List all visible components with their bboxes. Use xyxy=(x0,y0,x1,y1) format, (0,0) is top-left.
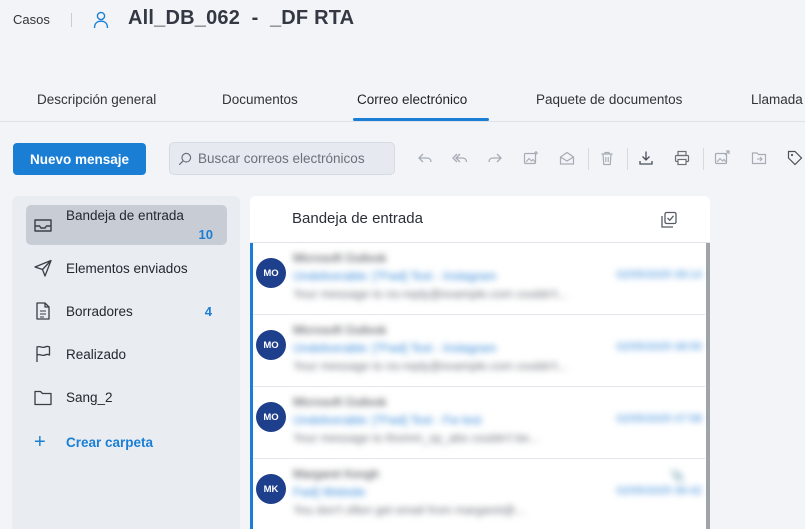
active-tab-indicator xyxy=(353,118,489,121)
page-header: Casos All_DB_062 - _DF RTA xyxy=(0,0,805,60)
tab-correo-electronico[interactable]: Correo electrónico xyxy=(357,92,467,107)
message-list-panel: Bandeja de entrada MO Microsoft Outlook … xyxy=(250,196,710,529)
toolbar-divider xyxy=(703,148,704,170)
tab-descripcion-general[interactable]: Descripción general xyxy=(37,92,156,107)
list-scrollbar[interactable] xyxy=(706,243,710,529)
folder-elementos-enviados[interactable]: Elementos enviados xyxy=(26,249,227,289)
folder-sidebar: Bandeja de entrada 10 Elementos enviados… xyxy=(12,196,240,529)
move-folder-icon[interactable] xyxy=(751,150,767,166)
print-icon[interactable] xyxy=(674,150,690,166)
folder-label: Sang_2 xyxy=(66,390,113,405)
message-subject: Undeliverable: [*Fwd] Test - Instagram xyxy=(293,341,497,355)
tab-bar: Descripción general Documentos Correo el… xyxy=(0,84,805,122)
folder-icon xyxy=(34,390,52,406)
message-row[interactable]: MO Microsoft Outlook Undeliverable: [*Fw… xyxy=(253,387,705,459)
reply-icon[interactable] xyxy=(417,150,433,166)
message-preview: Your message to no-reply@example.com cou… xyxy=(293,359,568,373)
folder-count: 4 xyxy=(204,304,212,319)
folder-label: Realizado xyxy=(66,347,127,362)
draft-icon xyxy=(36,302,50,320)
message-sender: Microsoft Outlook xyxy=(293,323,387,337)
inbox-icon xyxy=(34,219,52,232)
message-subject: Fwd] Website xyxy=(293,485,366,499)
folder-count: 10 xyxy=(198,227,213,242)
breadcrumb-divider xyxy=(71,13,72,27)
message-sender: Microsoft Outlook xyxy=(293,395,387,409)
send-icon xyxy=(34,259,52,277)
folder-label: Bandeja de entrada xyxy=(66,208,184,223)
message-preview: You don't often get email from margaret@… xyxy=(293,503,526,517)
tag-icon[interactable] xyxy=(787,150,803,166)
message-date: 02/05/2025 09:14 xyxy=(616,269,702,281)
tab-documentos[interactable]: Documentos xyxy=(222,92,298,107)
new-message-button[interactable]: Nuevo mensaje xyxy=(13,143,146,175)
avatar: MO xyxy=(256,258,286,288)
reply-all-icon[interactable] xyxy=(452,150,468,166)
toolbar-divider xyxy=(627,148,628,170)
tab-paquete-de-documentos[interactable]: Paquete de documentos xyxy=(536,92,682,107)
avatar: MO xyxy=(256,402,286,432)
flag-icon xyxy=(36,345,51,362)
message-preview: Your message to no-reply@example.com cou… xyxy=(293,287,568,301)
forward-icon[interactable] xyxy=(487,150,503,166)
message-sender: Microsoft Outlook xyxy=(293,251,387,265)
attachment-icon: 📎 xyxy=(670,469,685,483)
download-icon[interactable] xyxy=(638,150,654,166)
folder-borradores[interactable]: Borradores 4 xyxy=(26,292,227,332)
tab-llamada[interactable]: Llamada xyxy=(751,92,803,107)
avatar: MO xyxy=(256,330,286,360)
image-add-icon[interactable] xyxy=(523,150,539,166)
message-row[interactable]: MO Microsoft Outlook Undeliverable: [*Fw… xyxy=(253,243,705,315)
case-title: All_DB_062 - _DF RTA xyxy=(128,7,355,29)
folder-label: Borradores xyxy=(66,304,133,319)
breadcrumb-casos[interactable]: Casos xyxy=(13,12,50,27)
search-input[interactable] xyxy=(198,151,394,166)
folder-label: Elementos enviados xyxy=(66,261,188,276)
folder-realizado[interactable]: Realizado xyxy=(26,335,227,375)
message-row[interactable]: MO Microsoft Outlook Undeliverable: [*Fw… xyxy=(253,315,705,387)
create-folder-label: Crear carpeta xyxy=(66,435,154,450)
message-subject: Undeliverable: [*Fwd] Test - Instagram xyxy=(293,269,497,283)
message-date: 02/05/2025 08:55 xyxy=(616,341,702,353)
create-folder-button[interactable]: + Crear carpeta xyxy=(26,431,227,455)
user-icon xyxy=(93,11,109,29)
message-sender: Margaret Keogh xyxy=(293,467,380,481)
folder-bandeja-de-entrada[interactable]: Bandeja de entrada 10 xyxy=(26,205,227,245)
delete-icon[interactable] xyxy=(599,150,615,166)
toolbar-divider xyxy=(588,148,589,170)
folder-sang-2[interactable]: Sang_2 xyxy=(26,378,227,418)
mark-read-icon[interactable] xyxy=(559,150,575,166)
select-all-icon[interactable] xyxy=(660,211,678,229)
message-list-title: Bandeja de entrada xyxy=(292,210,423,227)
search-icon xyxy=(178,152,192,165)
message-subject: Undeliverable: [*Fwd] Test - Fw test xyxy=(293,413,482,427)
email-search[interactable] xyxy=(169,142,395,175)
message-preview: Your message to thomm_sp_abs couldn't be… xyxy=(293,431,539,445)
message-row[interactable]: MK Margaret Keogh Fwd] Website You don't… xyxy=(253,459,705,529)
message-date: 02/05/2025 06:42 xyxy=(616,485,702,497)
avatar: MK xyxy=(256,474,286,504)
image-share-icon[interactable] xyxy=(714,150,730,166)
message-date: 02/05/2025 07:58 xyxy=(616,413,702,425)
plus-icon: + xyxy=(34,431,46,453)
